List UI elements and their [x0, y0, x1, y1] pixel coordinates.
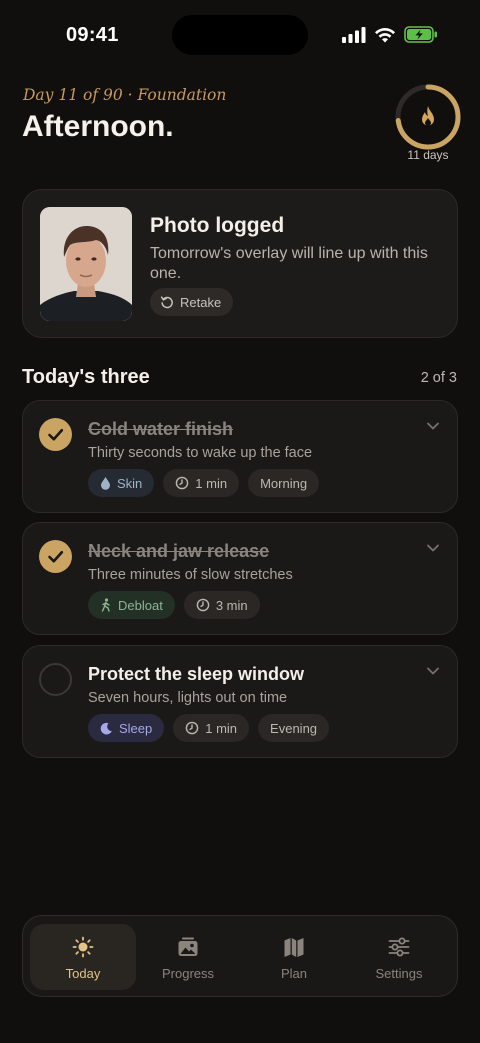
day-progress-subtitle: Day 11 of 90 · Foundation — [23, 86, 227, 104]
battery-charging-icon — [404, 26, 437, 43]
task-card[interactable]: Cold water finish Thirty seconds to wake… — [22, 400, 458, 513]
chevron-down-icon[interactable] — [426, 666, 440, 676]
chip-label: Evening — [270, 720, 318, 736]
section-title: Today's three — [22, 366, 150, 388]
retake-label: Retake — [180, 294, 222, 310]
photo-card-title: Photo logged — [150, 214, 285, 237]
walking-icon — [101, 598, 110, 612]
tab-plan[interactable]: Plan — [241, 924, 347, 990]
sliders-icon — [388, 937, 410, 957]
tab-label: Progress — [161, 966, 215, 981]
chip-duration: 1 min — [173, 714, 250, 742]
streak-indicator[interactable]: 11 days — [392, 82, 464, 162]
chip-time-of-day: Evening — [258, 714, 330, 742]
status-icons — [342, 26, 438, 43]
clock-icon — [185, 721, 199, 735]
chip-label: Skin — [117, 475, 143, 491]
flame-icon — [422, 106, 434, 126]
tab-label: Settings — [375, 966, 423, 981]
droplet-icon — [101, 477, 110, 490]
task-chips: Skin 1 min Morning — [88, 469, 320, 497]
chip-label: 3 min — [215, 597, 248, 613]
status-bar: 09:41 — [0, 0, 480, 72]
task-chips: Debloat 3 min — [88, 591, 260, 619]
clock-icon — [196, 598, 210, 612]
moon-icon — [100, 722, 112, 734]
signal-icon — [342, 26, 366, 43]
task-card[interactable]: Neck and jaw release Three minutes of sl… — [22, 522, 458, 635]
task-description: Thirty seconds to wake up the face — [88, 445, 313, 461]
task-checkbox[interactable] — [39, 540, 72, 573]
chip-duration: 3 min — [183, 591, 260, 619]
task-chips: Sleep 1 min Evening — [88, 714, 330, 742]
tab-today[interactable]: Today — [30, 924, 136, 990]
photo-card-description: Tomorrow's overlay will line up with thi… — [150, 245, 428, 282]
chip-category: Sleep — [88, 714, 165, 742]
tab-label: Plan — [280, 966, 308, 981]
checkmark-icon — [48, 428, 64, 441]
clock-icon — [175, 476, 189, 490]
chevron-down-icon[interactable] — [426, 543, 440, 553]
photo-icon — [178, 937, 198, 956]
wifi-icon — [375, 27, 395, 42]
map-icon — [284, 938, 304, 957]
tab-progress[interactable]: Progress — [135, 924, 241, 990]
chip-category: Skin — [88, 469, 155, 497]
task-checkbox[interactable] — [39, 418, 72, 451]
page-title: Afternoon. — [22, 110, 174, 143]
photo-logged-card[interactable]: Photo logged Tomorrow's overlay will lin… — [22, 189, 458, 338]
progress-photo — [40, 207, 132, 321]
chip-label: Sleep — [119, 720, 153, 736]
section-count: 2 of 3 — [420, 370, 457, 386]
sun-icon — [72, 936, 94, 958]
retake-icon — [160, 296, 173, 309]
task-title: Protect the sleep window — [88, 664, 305, 684]
tab-bar: Today Progress Plan Settings — [22, 915, 458, 997]
chip-time-of-day: Morning — [248, 469, 320, 497]
chip-label: 1 min — [205, 720, 238, 736]
retake-button[interactable]: Retake — [150, 288, 234, 316]
chevron-down-icon[interactable] — [426, 421, 440, 431]
task-description: Seven hours, lights out on time — [88, 690, 288, 706]
task-card[interactable]: Protect the sleep window Seven hours, li… — [22, 645, 458, 758]
chip-label: Debloat — [118, 597, 163, 613]
status-time: 09:41 — [66, 24, 119, 46]
checkmark-icon — [48, 550, 64, 563]
chip-duration: 1 min — [163, 469, 240, 497]
chip-label: 1 min — [195, 475, 228, 491]
chip-category: Debloat — [88, 591, 175, 619]
tab-settings[interactable]: Settings — [346, 924, 452, 990]
task-checkbox[interactable] — [39, 663, 72, 696]
tab-label: Today — [65, 966, 101, 981]
task-title: Cold water finish — [88, 419, 234, 439]
streak-label: 11 days — [407, 148, 449, 162]
chip-label: Morning — [260, 475, 308, 491]
task-title: Neck and jaw release — [88, 541, 270, 561]
dynamic-island — [172, 15, 308, 55]
task-description: Three minutes of slow stretches — [88, 567, 293, 583]
